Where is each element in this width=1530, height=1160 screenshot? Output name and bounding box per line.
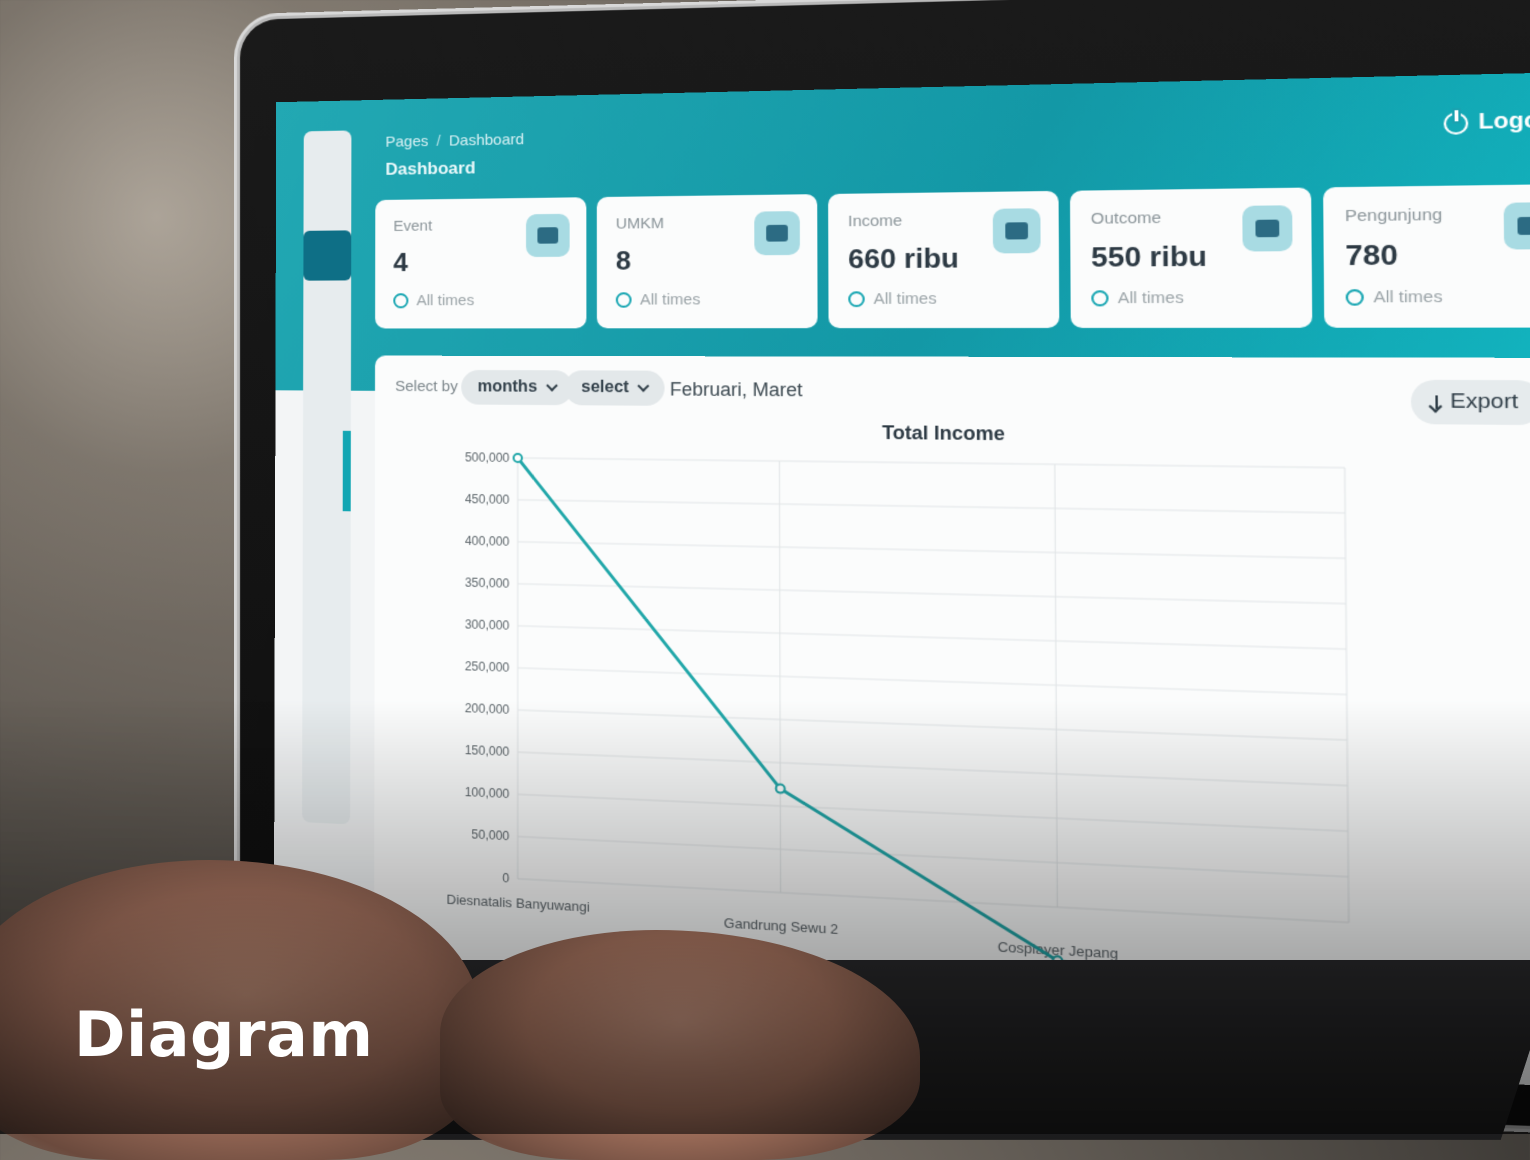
wallet-icon <box>1242 205 1292 251</box>
select-by-label: Select by <box>395 378 458 395</box>
y-tick-label: 250,000 <box>465 659 510 675</box>
select-dropdown-label: select <box>581 379 629 398</box>
stat-card-outcome: Outcome 550 ribu All times <box>1070 188 1312 328</box>
grid-line-horizontal <box>518 500 1345 513</box>
stat-card-income: Income 660 ribu All times <box>828 191 1059 328</box>
card-foot-label: All times <box>874 290 937 308</box>
data-point <box>514 454 522 462</box>
export-label: Export <box>1450 390 1518 415</box>
stat-card-pengunjung: Pengunjung 780 All times <box>1323 184 1530 328</box>
stat-cards: Event 4 All times UMKM 8 All times Incom… <box>375 184 1530 329</box>
card-foot-label: All times <box>1373 288 1442 307</box>
card-foot: All times <box>393 291 567 309</box>
page-title: Dashboard <box>385 158 475 180</box>
months-dropdown-label: months <box>478 378 538 397</box>
y-tick-label: 500,000 <box>465 450 510 465</box>
grid-line-horizontal <box>518 458 1345 468</box>
breadcrumb: Pages/Dashboard <box>385 131 524 151</box>
y-tick-label: 400,000 <box>465 534 510 549</box>
download-icon <box>1435 395 1438 408</box>
grid-line-horizontal <box>518 668 1347 695</box>
export-button[interactable]: Export <box>1411 380 1530 425</box>
months-dropdown[interactable]: months <box>461 370 572 405</box>
timer-icon <box>1346 289 1364 306</box>
stat-card-umkm: UMKM 8 All times <box>597 194 818 328</box>
card-foot-label: All times <box>1118 289 1184 308</box>
chevron-down-icon <box>638 380 650 392</box>
logout-label: Logout <box>1478 108 1530 135</box>
sidebar-scroll-indicator <box>343 431 351 512</box>
store-icon <box>754 211 800 255</box>
grid-line-horizontal <box>518 542 1346 558</box>
sidebar-item-active[interactable] <box>303 230 351 280</box>
grid-line-horizontal <box>518 626 1347 649</box>
card-foot-label: All times <box>417 292 475 309</box>
select-dropdown[interactable]: select <box>564 370 665 406</box>
card-foot-label: All times <box>640 291 700 309</box>
card-foot: All times <box>1346 287 1530 307</box>
y-tick-label: 300,000 <box>465 617 510 633</box>
timer-icon <box>616 292 632 307</box>
card-foot: All times <box>1091 288 1290 307</box>
card-value: 780 <box>1345 237 1530 273</box>
power-icon <box>1444 112 1469 135</box>
calendar-icon <box>526 214 570 257</box>
caption-text: Diagram <box>74 998 373 1071</box>
stat-card-event: Event 4 All times <box>375 197 586 328</box>
timer-icon <box>393 293 408 308</box>
y-tick-label: 450,000 <box>465 492 510 507</box>
logout-button[interactable]: Logout <box>1444 108 1530 136</box>
grid-line-horizontal <box>518 584 1346 604</box>
timer-icon <box>1091 290 1108 306</box>
money-icon <box>993 208 1041 253</box>
breadcrumb-current: Dashboard <box>449 131 524 150</box>
card-foot: All times <box>848 289 1038 308</box>
card-label: Pengunjung <box>1345 204 1530 225</box>
timer-icon <box>848 291 865 307</box>
users-icon <box>1504 202 1530 249</box>
breadcrumb-root[interactable]: Pages <box>385 133 428 151</box>
chart-title: Total Income <box>375 418 1530 451</box>
y-tick-label: 350,000 <box>465 575 510 591</box>
chevron-down-icon <box>546 380 558 392</box>
selected-months: Februari, Maret <box>670 379 803 402</box>
card-foot: All times <box>616 290 798 308</box>
